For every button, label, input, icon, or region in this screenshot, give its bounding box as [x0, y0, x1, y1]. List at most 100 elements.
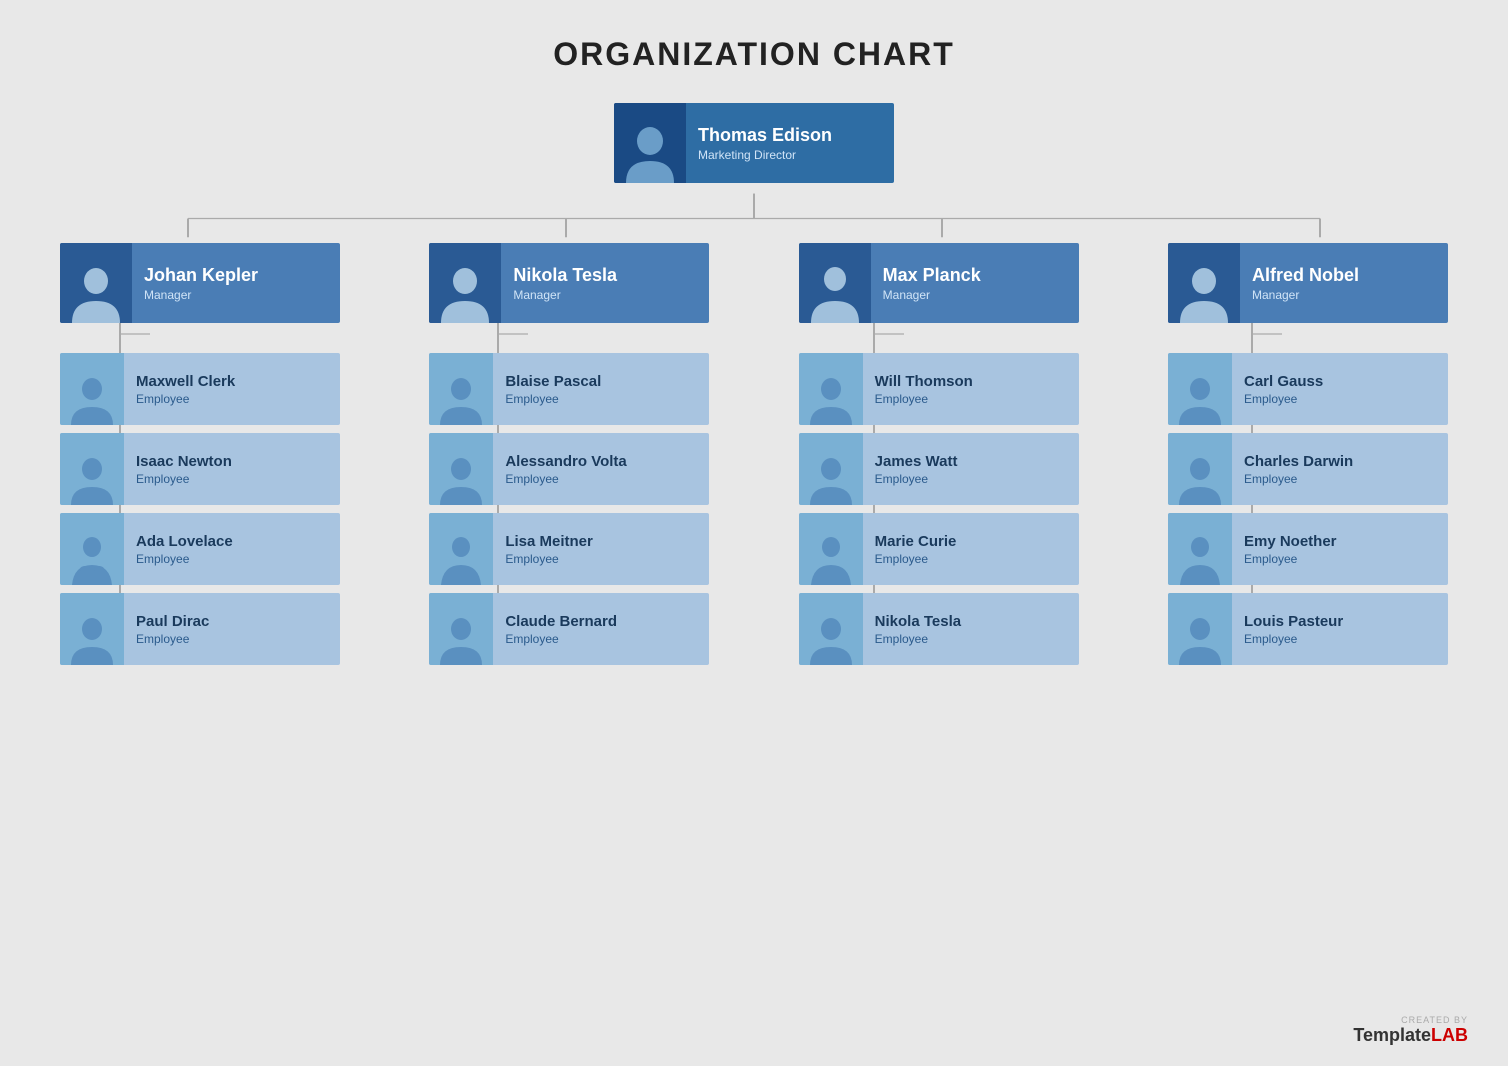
top-card: Thomas Edison Marketing Director: [614, 103, 894, 183]
manager-role-3: Manager: [1252, 288, 1359, 302]
level-0: Thomas Edison Marketing Director: [0, 103, 1508, 183]
employee-card-3-2: Emy Noether Employee: [1168, 513, 1448, 585]
emp-info-0-0: Maxwell Clerk Employee: [124, 365, 247, 414]
employees-1: Blaise Pascal Employee Alessandro Volta …: [429, 353, 709, 665]
emp-name-0-0: Maxwell Clerk: [136, 373, 235, 390]
manager-name-1: Nikola Tesla: [513, 265, 617, 286]
emp-name-2-0: Will Thomson: [875, 373, 973, 390]
emp-info-2-3: Nikola Tesla Employee: [863, 605, 973, 654]
manager-card-0: Johan Kepler Manager: [60, 243, 340, 323]
manager-silhouette-3: [1178, 263, 1230, 323]
emp-role-3-2: Employee: [1244, 552, 1337, 566]
manager-role-1: Manager: [513, 288, 617, 302]
emp-info-2-2: Marie Curie Employee: [863, 525, 969, 574]
employee-card-2-2: Marie Curie Employee: [799, 513, 1079, 585]
manager-name-2: Max Planck: [883, 265, 981, 286]
emp-avatar-0-3: [60, 593, 124, 665]
manager-silhouette-1: [439, 263, 491, 323]
emp-avatar-3-2: [1168, 513, 1232, 585]
emp-info-3-0: Carl Gauss Employee: [1232, 365, 1335, 414]
emp-avatar-2-1: [799, 433, 863, 505]
emp-role-3-0: Employee: [1244, 392, 1323, 406]
emp-role-1-3: Employee: [505, 632, 617, 646]
emp-role-2-0: Employee: [875, 392, 973, 406]
emp-name-1-2: Lisa Meitner: [505, 533, 593, 550]
emp-silhouette-0-1: [69, 453, 115, 505]
manager-role-2: Manager: [883, 288, 981, 302]
manager-avatar-3: [1168, 243, 1240, 323]
manager-info-2: Max Planck Manager: [871, 257, 993, 310]
emp-name-2-1: James Watt: [875, 453, 958, 470]
emp-avatar-1-1: [429, 433, 493, 505]
emp-role-0-1: Employee: [136, 472, 232, 486]
employee-card-0-1: Isaac Newton Employee: [60, 433, 340, 505]
branch-1: Nikola Tesla Manager Blaise Pascal Emplo…: [409, 243, 729, 665]
emp-silhouette-0-3: [69, 613, 115, 665]
emp-role-2-1: Employee: [875, 472, 958, 486]
emp-info-2-1: James Watt Employee: [863, 445, 970, 494]
emp-info-1-1: Alessandro Volta Employee: [493, 445, 638, 494]
emp-info-3-3: Louis Pasteur Employee: [1232, 605, 1355, 654]
employees-3: Carl Gauss Employee Charles Darwin Emplo…: [1168, 353, 1448, 665]
emp-role-2-2: Employee: [875, 552, 957, 566]
top-avatar: [614, 103, 686, 183]
manager-info-1: Nikola Tesla Manager: [501, 257, 629, 310]
emp-silhouette-1-2: [438, 533, 484, 585]
employee-card-0-3: Paul Dirac Employee: [60, 593, 340, 665]
watermark-created-by: CREATED BY: [1353, 1015, 1468, 1025]
manager-silhouette-2: [809, 263, 861, 323]
emp-name-3-3: Louis Pasteur: [1244, 613, 1343, 630]
manager-silhouette-0: [70, 263, 122, 323]
emp-info-2-0: Will Thomson Employee: [863, 365, 985, 414]
top-role: Marketing Director: [698, 148, 832, 162]
emp-avatar-3-3: [1168, 593, 1232, 665]
emp-info-0-1: Isaac Newton Employee: [124, 445, 244, 494]
emp-silhouette-0-2: [69, 533, 115, 585]
emp-avatar-2-2: [799, 513, 863, 585]
emp-info-3-1: Charles Darwin Employee: [1232, 445, 1365, 494]
manager-name-0: Johan Kepler: [144, 265, 258, 286]
employee-card-2-0: Will Thomson Employee: [799, 353, 1079, 425]
emp-info-0-3: Paul Dirac Employee: [124, 605, 221, 654]
top-name: Thomas Edison: [698, 125, 832, 146]
emp-name-1-1: Alessandro Volta: [505, 453, 626, 470]
employee-card-2-1: James Watt Employee: [799, 433, 1079, 505]
manager-avatar-1: [429, 243, 501, 323]
employee-card-1-3: Claude Bernard Employee: [429, 593, 709, 665]
emp-role-1-1: Employee: [505, 472, 626, 486]
employee-card-1-1: Alessandro Volta Employee: [429, 433, 709, 505]
emp-avatar-0-2: [60, 513, 124, 585]
emp-silhouette-3-0: [1177, 373, 1223, 425]
employees-0: Maxwell Clerk Employee Isaac Newton Empl…: [60, 353, 340, 665]
employee-card-3-0: Carl Gauss Employee: [1168, 353, 1448, 425]
emp-role-3-1: Employee: [1244, 472, 1353, 486]
emp-role-0-3: Employee: [136, 632, 209, 646]
manager-card-1: Nikola Tesla Manager: [429, 243, 709, 323]
emp-avatar-1-0: [429, 353, 493, 425]
employee-card-1-2: Lisa Meitner Employee: [429, 513, 709, 585]
emp-info-1-0: Blaise Pascal Employee: [493, 365, 613, 414]
emp-name-0-2: Ada Lovelace: [136, 533, 233, 550]
watermark-brand-text: Template: [1353, 1025, 1431, 1045]
emp-name-3-1: Charles Darwin: [1244, 453, 1353, 470]
employee-card-0-2: Ada Lovelace Employee: [60, 513, 340, 585]
emp-avatar-1-2: [429, 513, 493, 585]
page-title: ORGANIZATION CHART: [0, 0, 1508, 73]
emp-role-3-3: Employee: [1244, 632, 1343, 646]
emp-name-1-3: Claude Bernard: [505, 613, 617, 630]
employee-card-1-0: Blaise Pascal Employee: [429, 353, 709, 425]
branch-0: Johan Kepler Manager Maxwell Clerk Emplo…: [40, 243, 360, 665]
emp-silhouette-2-1: [808, 453, 854, 505]
manager-role-0: Manager: [144, 288, 258, 302]
emp-silhouette-0-0: [69, 373, 115, 425]
emp-name-1-0: Blaise Pascal: [505, 373, 601, 390]
emp-avatar-2-0: [799, 353, 863, 425]
employee-card-2-3: Nikola Tesla Employee: [799, 593, 1079, 665]
emp-silhouette-3-3: [1177, 613, 1223, 665]
manager-card-3: Alfred Nobel Manager: [1168, 243, 1448, 323]
employee-card-3-1: Charles Darwin Employee: [1168, 433, 1448, 505]
emp-name-2-3: Nikola Tesla: [875, 613, 961, 630]
emp-role-0-0: Employee: [136, 392, 235, 406]
emp-name-0-1: Isaac Newton: [136, 453, 232, 470]
employee-card-0-0: Maxwell Clerk Employee: [60, 353, 340, 425]
